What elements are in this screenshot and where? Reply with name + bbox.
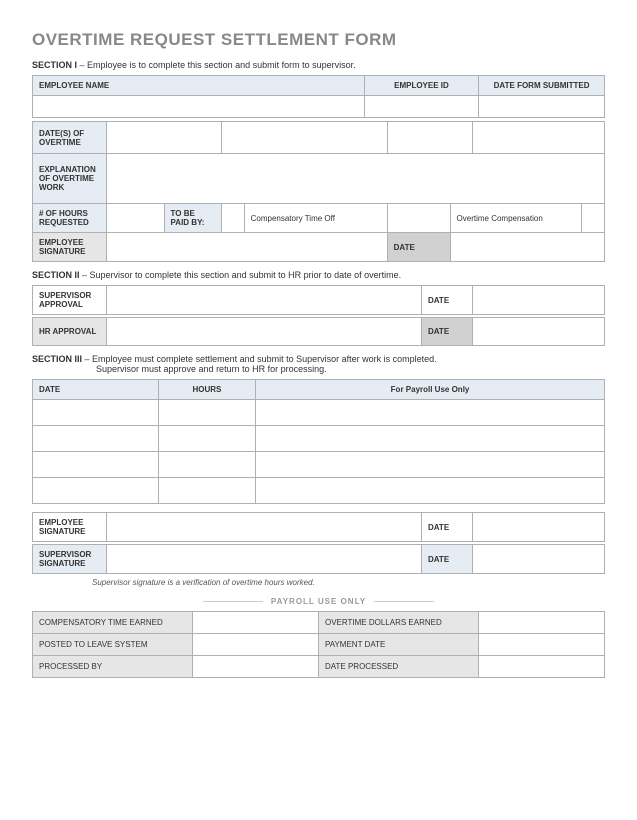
employee-id-input[interactable] — [364, 96, 478, 118]
payment-date-input[interactable] — [479, 634, 605, 656]
comp-time-earned-input[interactable] — [193, 612, 319, 634]
form-page: OVERTIME REQUEST SETTLEMENT FORM SECTION… — [0, 0, 637, 820]
section2-table: SUPERVISOR APPROVAL DATE HR APPROVAL DAT… — [32, 285, 605, 346]
supervisor-approval-input[interactable] — [107, 286, 422, 315]
processed-by-input[interactable] — [193, 656, 319, 678]
paid-by-label: TO BE PAID BY: — [164, 204, 221, 233]
hr-date-label: DATE — [421, 318, 472, 346]
section1-top-table: EMPLOYEE NAME EMPLOYEE ID DATE FORM SUBM… — [32, 75, 605, 118]
ot-comp-checkbox[interactable] — [387, 204, 450, 233]
emp-sig-label: EMPLOYEE SIGNATURE — [33, 233, 107, 262]
explanation-label: EXPLANATION OF OVERTIME WORK — [33, 154, 107, 204]
posted-leave-input[interactable] — [193, 634, 319, 656]
s3-row1-date[interactable] — [33, 400, 159, 426]
processed-by-label: PROCESSED BY — [33, 656, 193, 678]
payroll-heading: PAYROLL USE ONLY — [32, 597, 605, 606]
s3-emp-date-label: DATE — [421, 513, 472, 542]
date-processed-label: DATE PROCESSED — [318, 656, 478, 678]
dates-ot-input-4[interactable] — [473, 122, 605, 154]
s3-row1-payroll[interactable] — [256, 400, 605, 426]
s3-row4-hours[interactable] — [158, 478, 255, 504]
dates-ot-input-2[interactable] — [221, 122, 387, 154]
s3-row4-payroll[interactable] — [256, 478, 605, 504]
section1-heading: SECTION I – Employee is to complete this… — [32, 60, 605, 70]
section2-heading: SECTION II – Supervisor to complete this… — [32, 270, 605, 280]
s3-emp-sig-input[interactable] — [107, 513, 422, 542]
section3-heading: SECTION III – Employee must complete set… — [32, 354, 605, 374]
dates-ot-label: DATE(S) OF OVERTIME — [33, 122, 107, 154]
ot-dollars-label: OVERTIME DOLLARS EARNED — [318, 612, 478, 634]
hr-approval-input[interactable] — [107, 318, 422, 346]
comp-time-checkbox[interactable] — [221, 204, 244, 233]
s3-payroll-header: For Payroll Use Only — [256, 380, 605, 400]
s3-row2-hours[interactable] — [158, 426, 255, 452]
date-submitted-input[interactable] — [479, 96, 605, 118]
s3-row3-hours[interactable] — [158, 452, 255, 478]
posted-leave-label: POSTED TO LEAVE SYSTEM — [33, 634, 193, 656]
s3-sup-date-label: DATE — [421, 545, 472, 574]
form-title: OVERTIME REQUEST SETTLEMENT FORM — [32, 30, 605, 50]
emp-sig-date-label: DATE — [387, 233, 450, 262]
dates-ot-input-3[interactable] — [387, 122, 473, 154]
ot-dollars-input[interactable] — [479, 612, 605, 634]
s3-sup-date-input[interactable] — [473, 545, 605, 574]
employee-name-header: EMPLOYEE NAME — [33, 76, 365, 96]
employee-id-header: EMPLOYEE ID — [364, 76, 478, 96]
s3-footnote: Supervisor signature is a verification o… — [92, 578, 605, 587]
section3-sig-table: EMPLOYEE SIGNATURE DATE SUPERVISOR SIGNA… — [32, 512, 605, 574]
explanation-input[interactable] — [107, 154, 605, 204]
date-processed-input[interactable] — [479, 656, 605, 678]
paid-by-spacer — [582, 204, 605, 233]
s3-sup-sig-input[interactable] — [107, 545, 422, 574]
s3-sup-sig-label: SUPERVISOR SIGNATURE — [33, 545, 107, 574]
comp-time-earned-label: COMPENSATORY TIME EARNED — [33, 612, 193, 634]
s3-row2-payroll[interactable] — [256, 426, 605, 452]
payroll-table: COMPENSATORY TIME EARNED OVERTIME DOLLAR… — [32, 611, 605, 678]
section1-main-table: DATE(S) OF OVERTIME EXPLANATION OF OVERT… — [32, 121, 605, 262]
hours-req-label: # OF HOURS REQUESTED — [33, 204, 107, 233]
s3-hours-header: HOURS — [158, 380, 255, 400]
hr-date-input[interactable] — [473, 318, 605, 346]
comp-time-label: Compensatory Time Off — [244, 204, 387, 233]
supervisor-date-input[interactable] — [473, 286, 605, 315]
s3-row2-date[interactable] — [33, 426, 159, 452]
s3-row3-payroll[interactable] — [256, 452, 605, 478]
s3-row1-hours[interactable] — [158, 400, 255, 426]
s3-row4-date[interactable] — [33, 478, 159, 504]
employee-name-input[interactable] — [33, 96, 365, 118]
emp-sig-input[interactable] — [107, 233, 387, 262]
s3-emp-sig-label: EMPLOYEE SIGNATURE — [33, 513, 107, 542]
section3-entries-table: DATE HOURS For Payroll Use Only — [32, 379, 605, 504]
emp-sig-date-input[interactable] — [450, 233, 604, 262]
s3-date-header: DATE — [33, 380, 159, 400]
s3-emp-date-input[interactable] — [473, 513, 605, 542]
supervisor-approval-label: SUPERVISOR APPROVAL — [33, 286, 107, 315]
dates-ot-input-1[interactable] — [107, 122, 221, 154]
ot-comp-label: Overtime Compensation — [450, 204, 582, 233]
supervisor-date-label: DATE — [421, 286, 472, 315]
hours-req-input[interactable] — [107, 204, 164, 233]
payment-date-label: PAYMENT DATE — [318, 634, 478, 656]
date-submitted-header: DATE FORM SUBMITTED — [479, 76, 605, 96]
s3-row3-date[interactable] — [33, 452, 159, 478]
hr-approval-label: HR APPROVAL — [33, 318, 107, 346]
